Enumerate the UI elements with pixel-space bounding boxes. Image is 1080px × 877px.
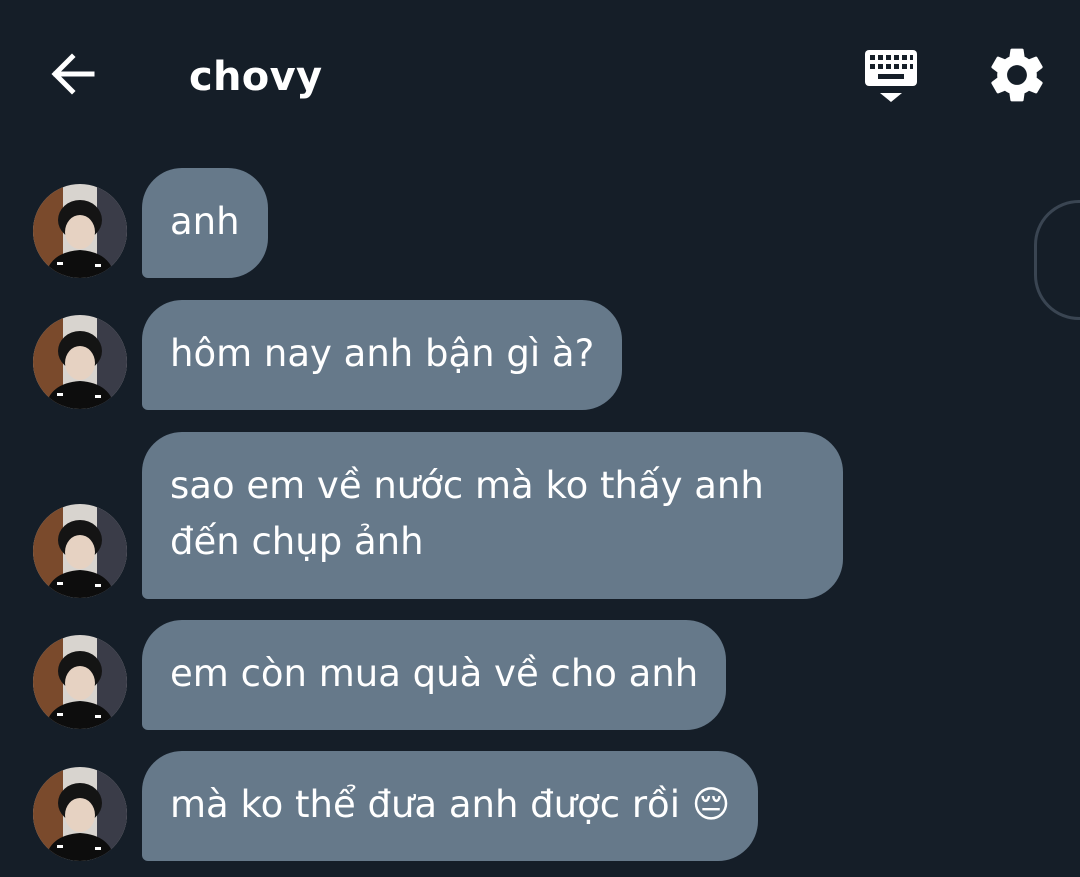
message-bubble[interactable]: mà ko thể đưa anh được rồi 😔 bbox=[142, 751, 759, 861]
avatar[interactable] bbox=[33, 315, 127, 409]
message-text: mà ko thể đưa anh được rồi 😔 bbox=[170, 783, 731, 826]
avatar-photo bbox=[33, 767, 127, 861]
message-text: hôm nay anh bận gì à? bbox=[170, 332, 595, 375]
avatar-photo bbox=[33, 315, 127, 409]
avatar[interactable] bbox=[33, 504, 127, 598]
message-bubble[interactable]: anh bbox=[142, 168, 268, 278]
message-text: sao em về nước mà ko thấy anh đến chụp ả… bbox=[170, 464, 764, 563]
message-bubble[interactable]: sao em về nước mà ko thấy anh đến chụp ả… bbox=[142, 432, 843, 599]
message-bubble[interactable]: em còn mua quà về cho anh bbox=[142, 620, 727, 730]
avatar[interactable] bbox=[33, 184, 127, 278]
avatar-photo bbox=[33, 635, 127, 729]
avatar-photo bbox=[33, 184, 127, 278]
message-list: anh hôm nay anh bận gì à? sao em về nước… bbox=[0, 0, 1080, 877]
avatar[interactable] bbox=[33, 767, 127, 861]
message-bubble[interactable]: hôm nay anh bận gì à? bbox=[142, 300, 623, 410]
message-text: em còn mua quà về cho anh bbox=[170, 652, 699, 695]
avatar[interactable] bbox=[33, 635, 127, 729]
message-text: anh bbox=[170, 200, 240, 243]
avatar-photo bbox=[33, 504, 127, 598]
